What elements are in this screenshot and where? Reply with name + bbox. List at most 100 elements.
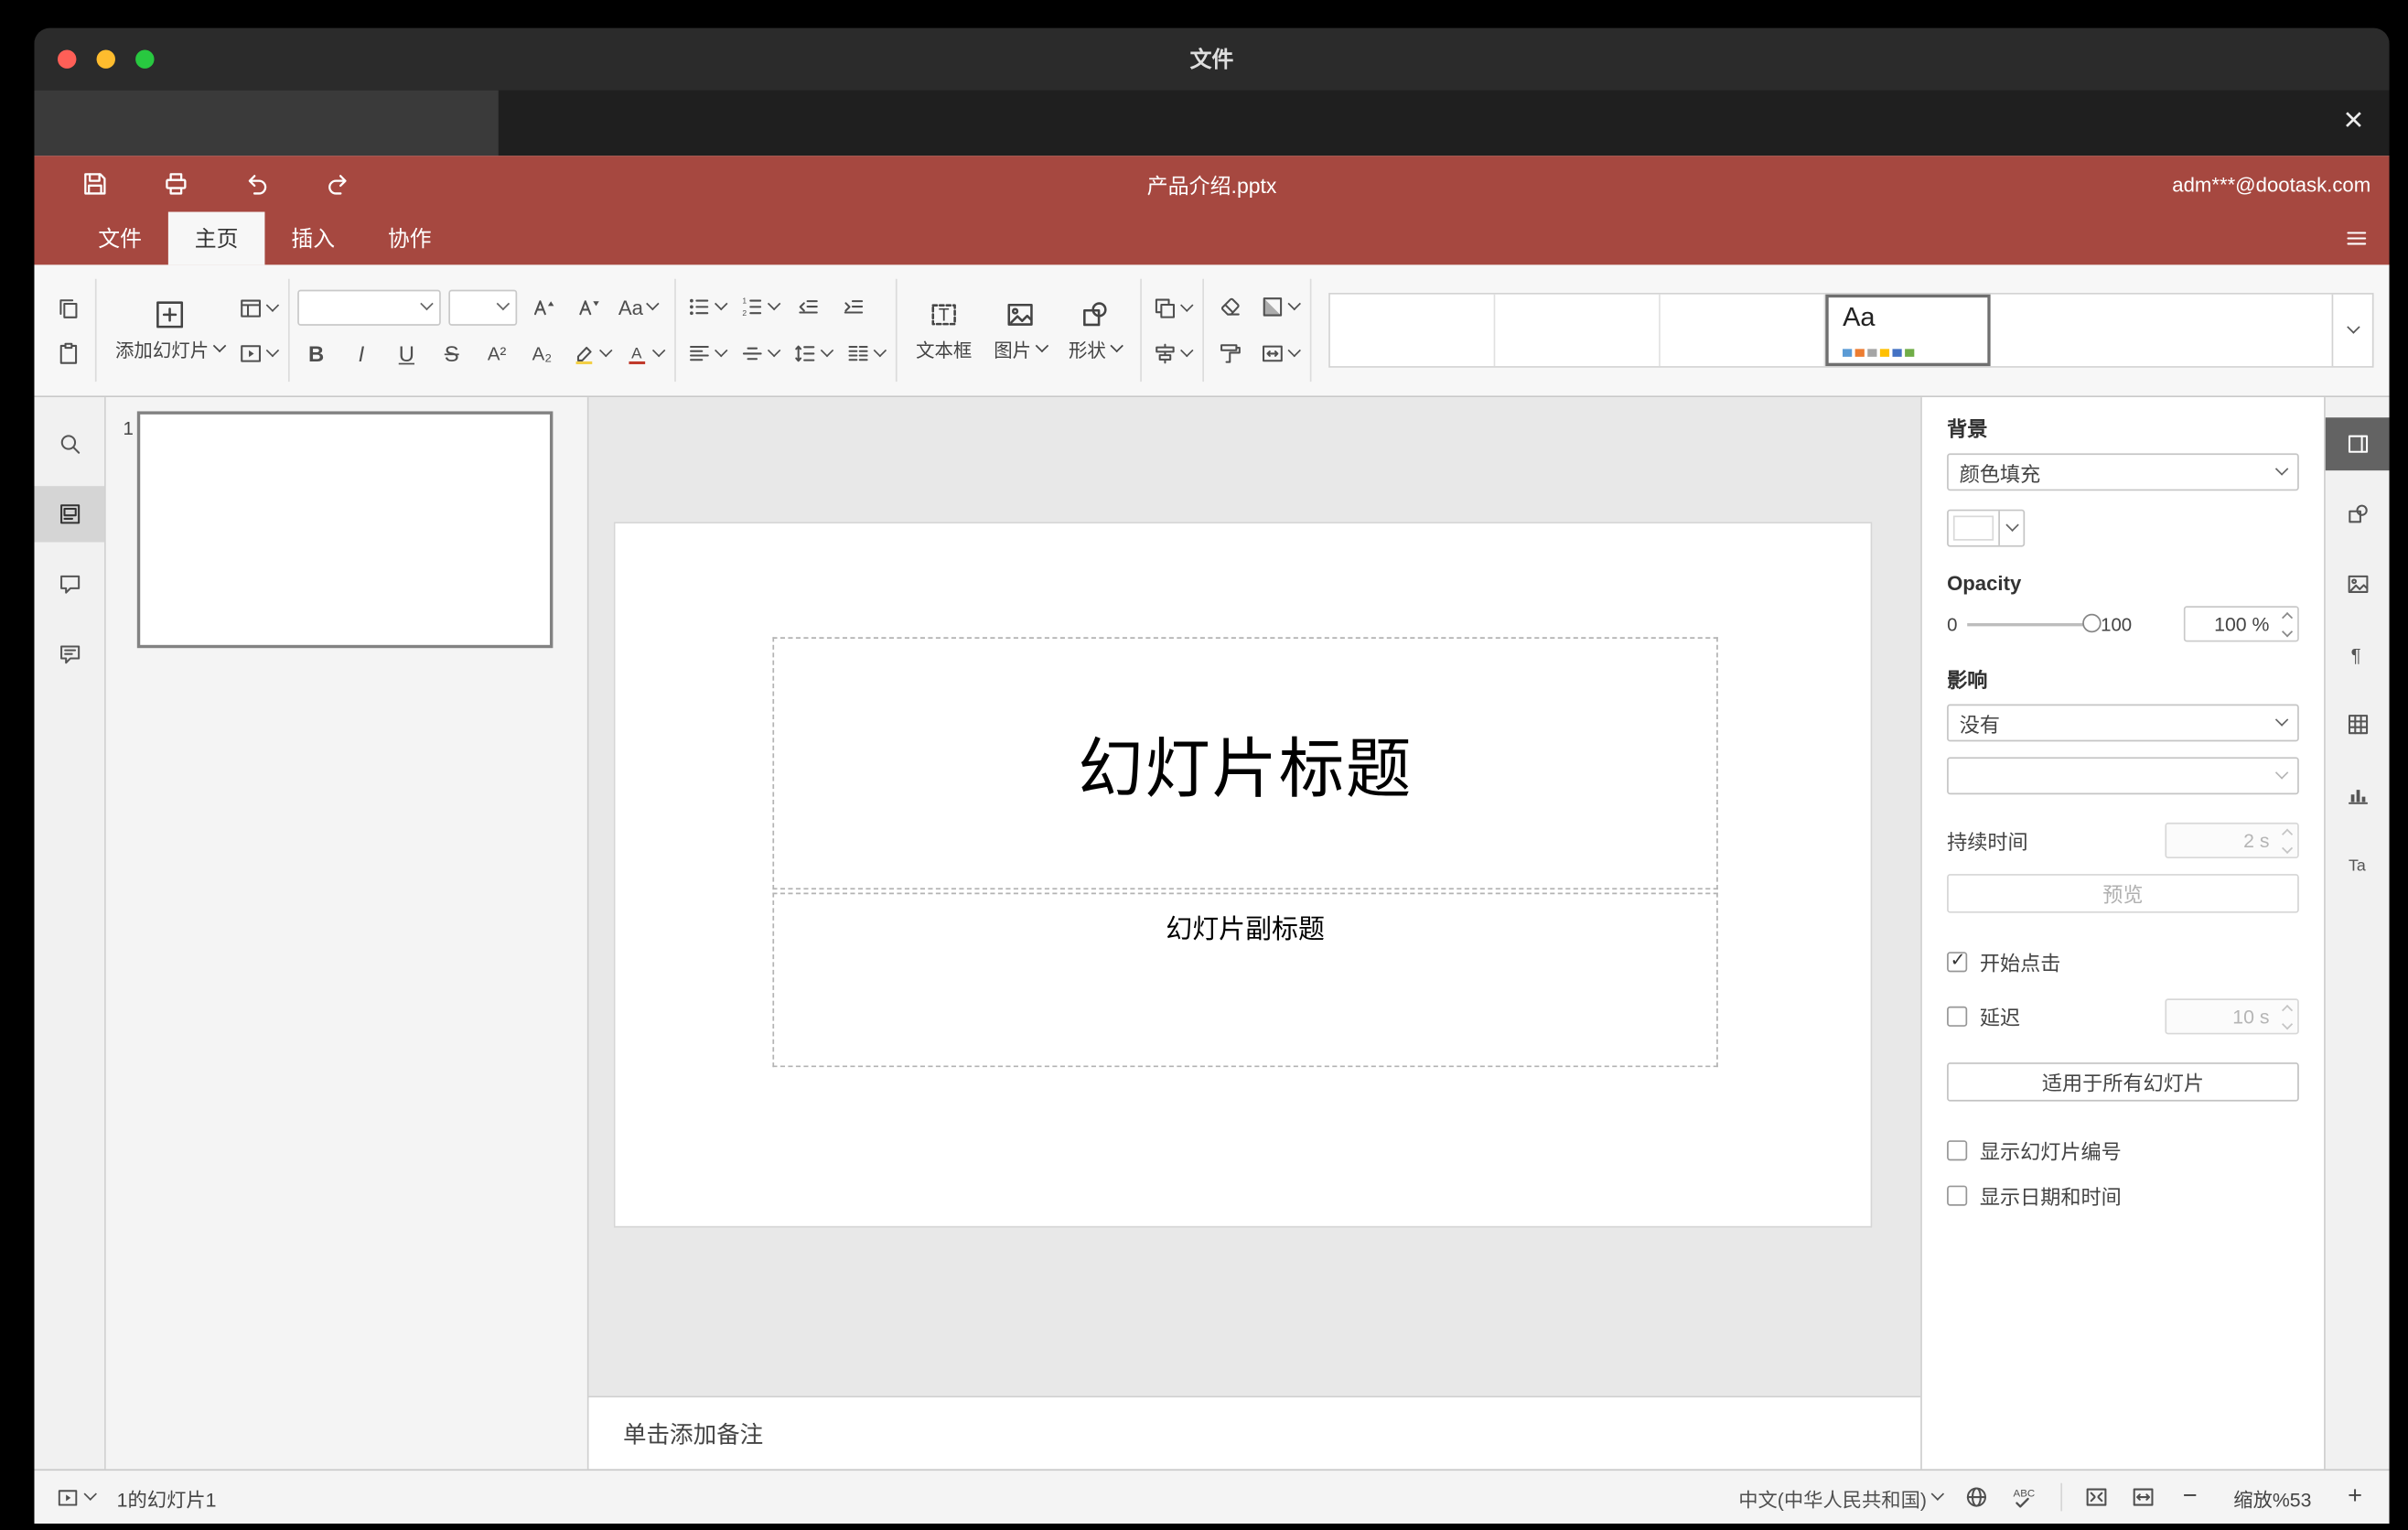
italic-button[interactable]: I (343, 335, 381, 372)
copy-style-button[interactable] (1212, 335, 1250, 372)
tab-file[interactable]: 文件 (71, 212, 168, 265)
subscript-button[interactable]: A₂ (523, 335, 561, 372)
font-name-select[interactable] (297, 288, 441, 325)
vertical-align-button[interactable] (736, 335, 781, 372)
show-date-time-checkbox[interactable] (1947, 1185, 1968, 1206)
bold-button[interactable]: B (297, 335, 335, 372)
show-slide-number-checkbox[interactable] (1947, 1140, 1968, 1161)
tab-collaboration[interactable]: 协作 (361, 212, 458, 265)
insert-image-button[interactable]: 图片 (983, 286, 1058, 376)
theme-option[interactable] (1990, 294, 2332, 367)
theme-option[interactable] (1495, 294, 1661, 367)
strikethrough-button[interactable]: S (433, 335, 470, 372)
spin-down-icon[interactable] (2282, 625, 2294, 637)
theme-option-selected[interactable]: Aa (1825, 294, 1991, 367)
background-fill-select[interactable]: 颜色填充 (1947, 453, 2299, 491)
start-slideshow-status-button[interactable] (56, 1485, 97, 1509)
insert-columns-button[interactable] (843, 335, 887, 372)
effect-type-select[interactable] (1947, 757, 2299, 795)
textart-settings-tab[interactable]: Ta (2326, 838, 2390, 891)
delay-checkbox[interactable] (1947, 1006, 1968, 1027)
change-layout-button[interactable] (235, 289, 280, 327)
slides-pane-tool[interactable] (34, 486, 105, 543)
background-color-picker[interactable] (1947, 509, 2026, 547)
align-shape-button[interactable] (1150, 334, 1195, 372)
paragraph-settings-tab[interactable]: ¶ (2326, 628, 2390, 681)
shape-settings-tab[interactable] (2326, 488, 2390, 541)
paste-button[interactable] (49, 334, 87, 372)
effect-select[interactable]: 没有 (1947, 704, 2299, 742)
image-label: 图片 (994, 339, 1032, 361)
opacity-spinner[interactable]: 100 % (2183, 606, 2299, 642)
apply-to-all-slides-button[interactable]: 适用于所有幻灯片 (1947, 1062, 2299, 1102)
font-size-select[interactable] (448, 288, 518, 325)
copy-button[interactable] (49, 289, 87, 327)
spin-up-icon[interactable] (2282, 611, 2294, 623)
spin-down-icon[interactable] (2282, 1018, 2294, 1029)
language-selector[interactable]: 中文(中华人民共和国) (1738, 1482, 1945, 1512)
fit-slide-button[interactable] (2084, 1484, 2109, 1509)
chart-settings-tab[interactable] (2326, 768, 2390, 821)
insert-textbox-button[interactable]: T 文本框 (905, 286, 983, 376)
superscript-button[interactable]: A² (478, 335, 516, 372)
image-icon (1005, 298, 1036, 329)
bullets-button[interactable] (683, 288, 728, 326)
comments-tool[interactable] (34, 556, 104, 612)
color-picker-drop[interactable] (1998, 511, 2023, 545)
strikethrough-label: S (444, 340, 459, 367)
insert-shape-button[interactable]: 形状 (1058, 286, 1133, 376)
start-slideshow-button[interactable] (235, 334, 280, 372)
chat-tool[interactable] (34, 626, 104, 682)
theme-gallery-expand-button[interactable] (2331, 294, 2372, 367)
theme-option[interactable] (1660, 294, 1826, 367)
zoom-in-button[interactable]: + (2343, 1483, 2368, 1512)
tab-home[interactable]: 主页 (167, 211, 265, 265)
numbering-button[interactable]: 12 (736, 288, 781, 326)
increase-indent-button[interactable] (835, 288, 873, 326)
save-button[interactable] (78, 167, 112, 200)
slide-settings-tab[interactable] (2325, 417, 2390, 471)
print-button[interactable] (159, 167, 193, 200)
menu-button[interactable] (2339, 221, 2373, 255)
change-case-button[interactable]: Aa (615, 288, 660, 326)
spin-down-icon[interactable] (2282, 842, 2294, 854)
add-slide-button[interactable]: 添加幻灯片 (104, 286, 235, 376)
opacity-slider[interactable] (1966, 612, 2102, 632)
decrease-font-button[interactable] (570, 288, 607, 326)
theme-option[interactable] (1330, 294, 1496, 367)
fill-color-button[interactable] (1257, 288, 1302, 326)
underline-button[interactable]: U (388, 335, 425, 372)
start-on-click-checkbox[interactable] (1947, 949, 1968, 973)
close-icon[interactable]: × (2333, 100, 2373, 140)
search-tool[interactable] (34, 416, 104, 472)
spellcheck-button[interactable]: ABC (2011, 1483, 2039, 1512)
highlight-color-button[interactable] (568, 335, 613, 372)
preview-button[interactable]: 预览 (1947, 874, 2299, 913)
increase-font-button[interactable] (525, 288, 563, 326)
duration-spinner[interactable]: 2 s (2165, 822, 2299, 859)
document-language-button[interactable] (1964, 1484, 1989, 1509)
image-settings-tab[interactable] (2326, 557, 2390, 610)
tab-insert[interactable]: 插入 (264, 212, 361, 265)
title-placeholder[interactable]: 幻灯片标题 (772, 637, 1718, 890)
notes-area[interactable]: 单击添加备注 (588, 1395, 1921, 1470)
delay-spinner[interactable]: 10 s (2165, 998, 2299, 1035)
chevron-down-icon (1930, 1487, 1945, 1501)
fit-width-button[interactable] (2131, 1484, 2155, 1509)
spin-up-icon[interactable] (2282, 827, 2294, 839)
slide-size-button[interactable] (1257, 335, 1302, 372)
decrease-indent-button[interactable] (790, 288, 827, 326)
undo-button[interactable] (240, 167, 274, 200)
subtitle-placeholder[interactable]: 幻灯片副标题 (772, 892, 1718, 1068)
arrange-shape-button[interactable] (1150, 289, 1195, 327)
table-settings-tab[interactable] (2326, 698, 2390, 751)
line-spacing-button[interactable] (790, 335, 834, 372)
zoom-out-button[interactable]: − (2177, 1483, 2202, 1512)
clear-style-button[interactable] (1212, 288, 1250, 326)
horizontal-align-button[interactable] (683, 335, 728, 372)
opacity-slider-handle[interactable] (2081, 612, 2102, 632)
font-color-button[interactable]: A (621, 335, 666, 372)
slide-thumbnail[interactable] (136, 411, 554, 649)
spin-up-icon[interactable] (2282, 1004, 2294, 1016)
redo-button[interactable] (321, 167, 355, 200)
